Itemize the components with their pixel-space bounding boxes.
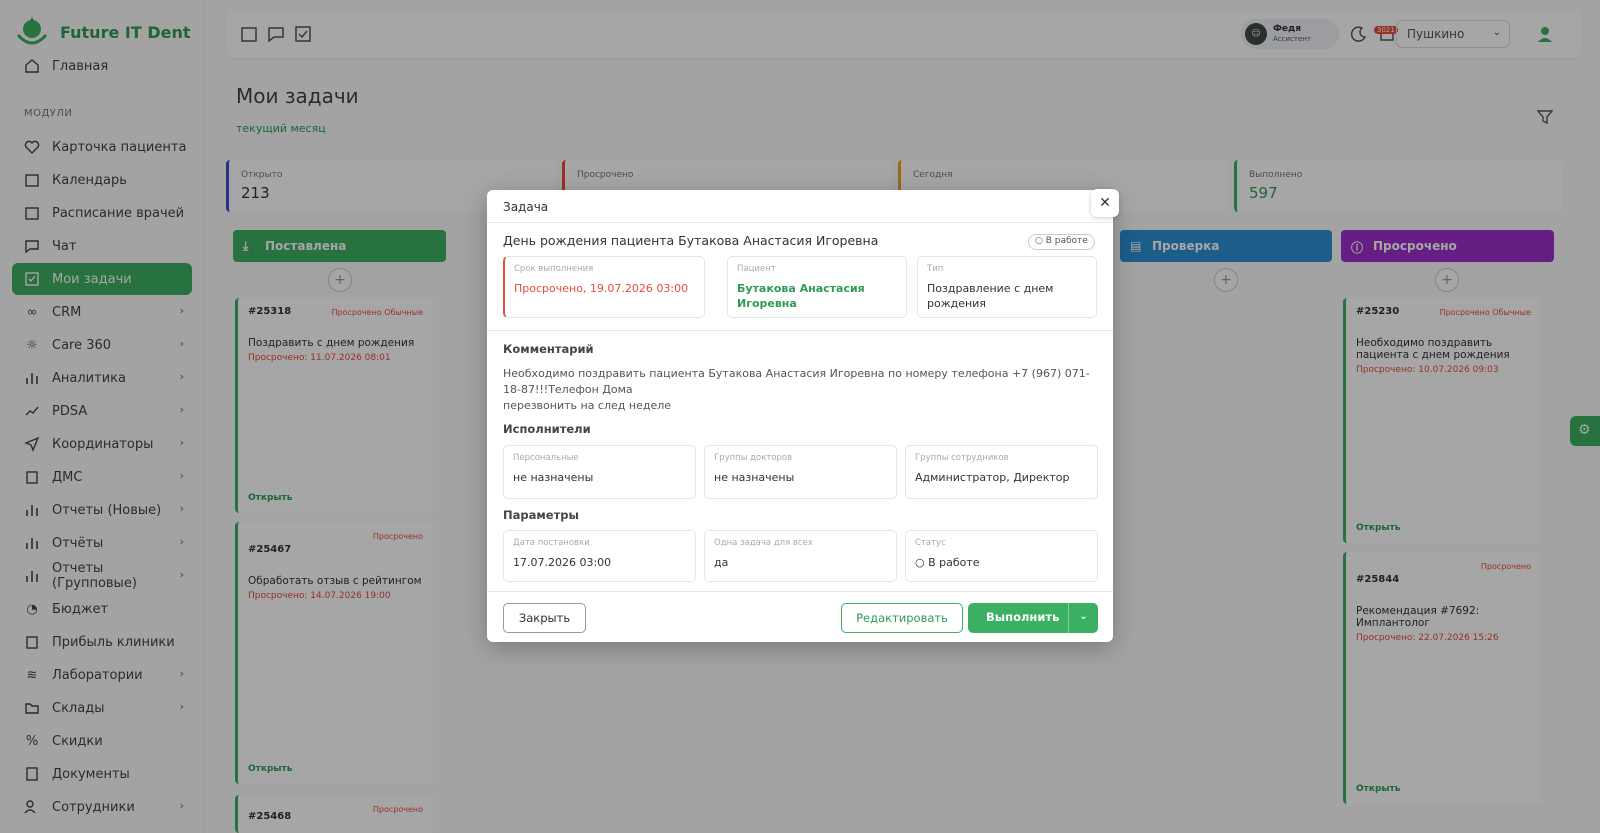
close-icon: ✕ (1099, 195, 1111, 211)
doctor-groups-box: Группы докторов не назначены (704, 445, 897, 499)
deadline-value: Просрочено, 19.07.2026 03:00 (514, 282, 689, 295)
staff-label: Группы сотрудников (915, 453, 1009, 463)
date-value: 17.07.2026 03:00 (513, 556, 612, 569)
task-name: День рождения пациента Бутакова Анастаси… (503, 233, 879, 248)
comment-heading: Комментарий (503, 342, 594, 356)
type-label: Тип (927, 264, 944, 274)
patient-label: Пациент (737, 264, 776, 274)
params-heading: Параметры (503, 508, 579, 522)
status-value: ○ В работе (915, 556, 980, 569)
doctors-value: не назначены (714, 471, 795, 484)
close-modal-button[interactable]: Закрыть (503, 603, 586, 633)
one-task-value: да (714, 556, 729, 569)
status-pill-text: В работе (1045, 236, 1088, 246)
comment-text: Необходимо поздравить пациента Бутакова … (503, 366, 1097, 414)
divider (487, 222, 1113, 223)
chevron-down-icon[interactable]: ⌄ (1068, 603, 1098, 633)
deadline-label: Срок выполнения (514, 264, 594, 274)
comment-line: перезвонить на след неделе (503, 399, 672, 412)
status-value-text: В работе (928, 556, 980, 569)
deadline-box: Срок выполнения Просрочено, 19.07.2026 0… (503, 256, 705, 318)
personal-label: Персональные (513, 453, 579, 463)
patient-box: Пациент Бутакова Анастасия Игоревна (727, 256, 907, 318)
type-box: Тип Поздравление с днем рождения (917, 256, 1097, 318)
divider (487, 591, 1113, 592)
comment-line: Необходимо поздравить пациента Бутакова … (503, 367, 1090, 396)
type-value: Поздравление с днем рождения (927, 282, 1054, 310)
task-modal: Задача ✕ День рождения пациента Бутакова… (487, 189, 1119, 642)
patient-link[interactable]: Бутакова Анастасия Игоревна (737, 281, 897, 311)
status-box: Статус ○ В работе (905, 530, 1098, 582)
date-label: Дата постановки (513, 538, 590, 548)
status-label: Статус (915, 538, 946, 548)
edit-button[interactable]: Редактировать (841, 603, 963, 633)
one-task-label: Одна задача для всех (714, 538, 813, 548)
personal-box: Персональные не назначены (503, 445, 696, 499)
date-box: Дата постановки 17.07.2026 03:00 (503, 530, 696, 582)
complete-button[interactable]: Выполнить ⌄ (968, 603, 1098, 633)
one-task-box: Одна задача для всех да (704, 530, 897, 582)
executors-heading: Исполнители (503, 422, 591, 436)
modal-title: Задача (503, 200, 549, 214)
doctors-label: Группы докторов (714, 453, 793, 463)
status-pill: ○ В работе (1028, 234, 1095, 250)
close-button[interactable]: ✕ (1091, 189, 1119, 217)
complete-label: Выполнить (986, 610, 1060, 624)
divider (487, 330, 1113, 331)
staff-value: Администратор, Директор (915, 471, 1070, 484)
personal-value: не назначены (513, 471, 594, 484)
staff-groups-box: Группы сотрудников Администратор, Директ… (905, 445, 1098, 499)
